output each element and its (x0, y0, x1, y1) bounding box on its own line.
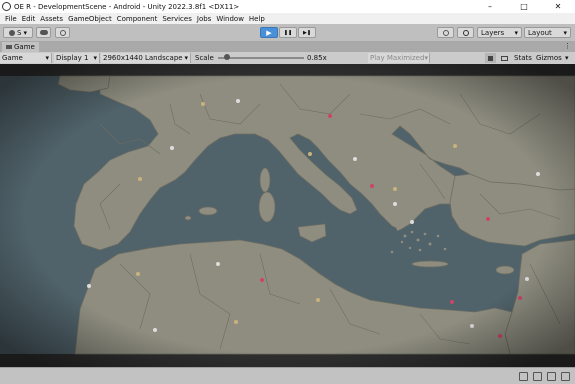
collab-icon[interactable] (547, 372, 556, 381)
game-tab-icon (6, 45, 12, 49)
chevron-down-icon[interactable]: ▾ (565, 53, 569, 63)
search-icon (462, 29, 469, 36)
tab-game-label: Game (14, 43, 35, 51)
account-dropdown[interactable]: S ▾ (3, 27, 33, 38)
more-options-icon[interactable]: ⋮ (564, 42, 571, 50)
status-bar (0, 367, 575, 384)
play-icon: ▶ (266, 28, 272, 37)
chevron-down-icon: ▾ (93, 54, 97, 62)
pause-button[interactable]: ❚❚ (279, 27, 297, 38)
chevron-down-icon: ▾ (184, 54, 188, 62)
tab-game[interactable]: Game (2, 42, 39, 52)
menu-services[interactable]: Services (162, 15, 192, 23)
layout-dropdown[interactable]: Layout ▾ (524, 27, 571, 38)
menu-gameobject[interactable]: GameObject (68, 15, 112, 23)
chevron-down-icon: ▾ (514, 28, 518, 37)
scale-slider-thumb[interactable] (223, 54, 230, 60)
chevron-down-icon: ▾ (23, 28, 27, 37)
maximize-button[interactable]: □ (507, 0, 541, 13)
menu-file[interactable]: File (5, 15, 17, 23)
keyboard-icon (501, 55, 508, 61)
cloud-icon (39, 30, 48, 35)
step-button[interactable]: ▶❚ (298, 27, 316, 38)
window-titlebar: OE R - DevelopmentScene - Android - Unit… (0, 0, 575, 13)
main-toolbar: S ▾ ▶ ❚❚ ▶❚ Layers ▾ Layout ▾ (0, 24, 575, 42)
menu-jobs[interactable]: Jobs (197, 15, 211, 23)
close-button[interactable]: ✕ (541, 0, 575, 13)
account-label: S (17, 28, 22, 37)
settings-button[interactable] (55, 27, 70, 38)
progress-icon[interactable] (519, 372, 528, 381)
layers-dropdown[interactable]: Layers ▾ (477, 27, 522, 38)
layers-label: Layers (481, 28, 505, 37)
gizmos-button[interactable]: Gizmos (536, 53, 562, 63)
mute-audio-button[interactable] (485, 53, 496, 63)
history-icon (442, 29, 449, 36)
gear-icon (59, 29, 66, 36)
play-maximized-dropdown[interactable]: Play Maximized ▾ (368, 53, 430, 63)
map-render (0, 64, 575, 367)
cache-server-icon[interactable] (561, 372, 570, 381)
chevron-down-icon: ▾ (45, 54, 49, 62)
layout-label: Layout (528, 28, 552, 37)
step-icon: ▶❚ (302, 29, 312, 36)
menu-edit[interactable]: Edit (22, 15, 36, 23)
minimize-button[interactable]: – (473, 0, 507, 13)
tab-bar: Game ⋮ (0, 42, 575, 52)
menu-bar: File Edit Assets GameObject Component Se… (0, 13, 575, 24)
menu-component[interactable]: Component (117, 15, 158, 23)
play-maximized-label: Play Maximized (370, 54, 425, 62)
menu-window[interactable]: Window (216, 15, 244, 23)
stats-button[interactable]: Stats (514, 53, 532, 63)
search-button[interactable] (457, 27, 474, 38)
scale-label: Scale (195, 54, 214, 62)
scale-value: 0.85x (307, 54, 327, 62)
menu-assets[interactable]: Assets (40, 15, 63, 23)
menu-help[interactable]: Help (249, 15, 265, 23)
window-title: OE R - DevelopmentScene - Android - Unit… (14, 2, 240, 11)
scale-slider[interactable] (218, 54, 304, 60)
cloud-button[interactable] (36, 27, 51, 38)
account-icon (9, 29, 16, 36)
game-viewport[interactable] (0, 64, 575, 367)
resolution-dropdown[interactable]: 2960x1440 Landscape ▾ (101, 53, 191, 63)
game-mode-label: Game (2, 54, 23, 62)
debug-icon[interactable] (533, 372, 542, 381)
resolution-label: 2960x1440 Landscape (103, 54, 183, 62)
history-button[interactable] (437, 27, 454, 38)
display-label: Display 1 (56, 54, 89, 62)
game-mode-dropdown[interactable]: Game ▾ (0, 53, 52, 63)
audio-icon (488, 55, 493, 61)
shortcuts-button[interactable] (499, 53, 510, 63)
pause-icon: ❚❚ (283, 29, 293, 36)
chevron-down-icon: ▾ (563, 28, 567, 37)
play-button[interactable]: ▶ (260, 27, 278, 38)
unity-logo-icon (2, 2, 11, 11)
display-dropdown[interactable]: Display 1 ▾ (54, 53, 100, 63)
chevron-down-icon: ▾ (424, 54, 428, 62)
